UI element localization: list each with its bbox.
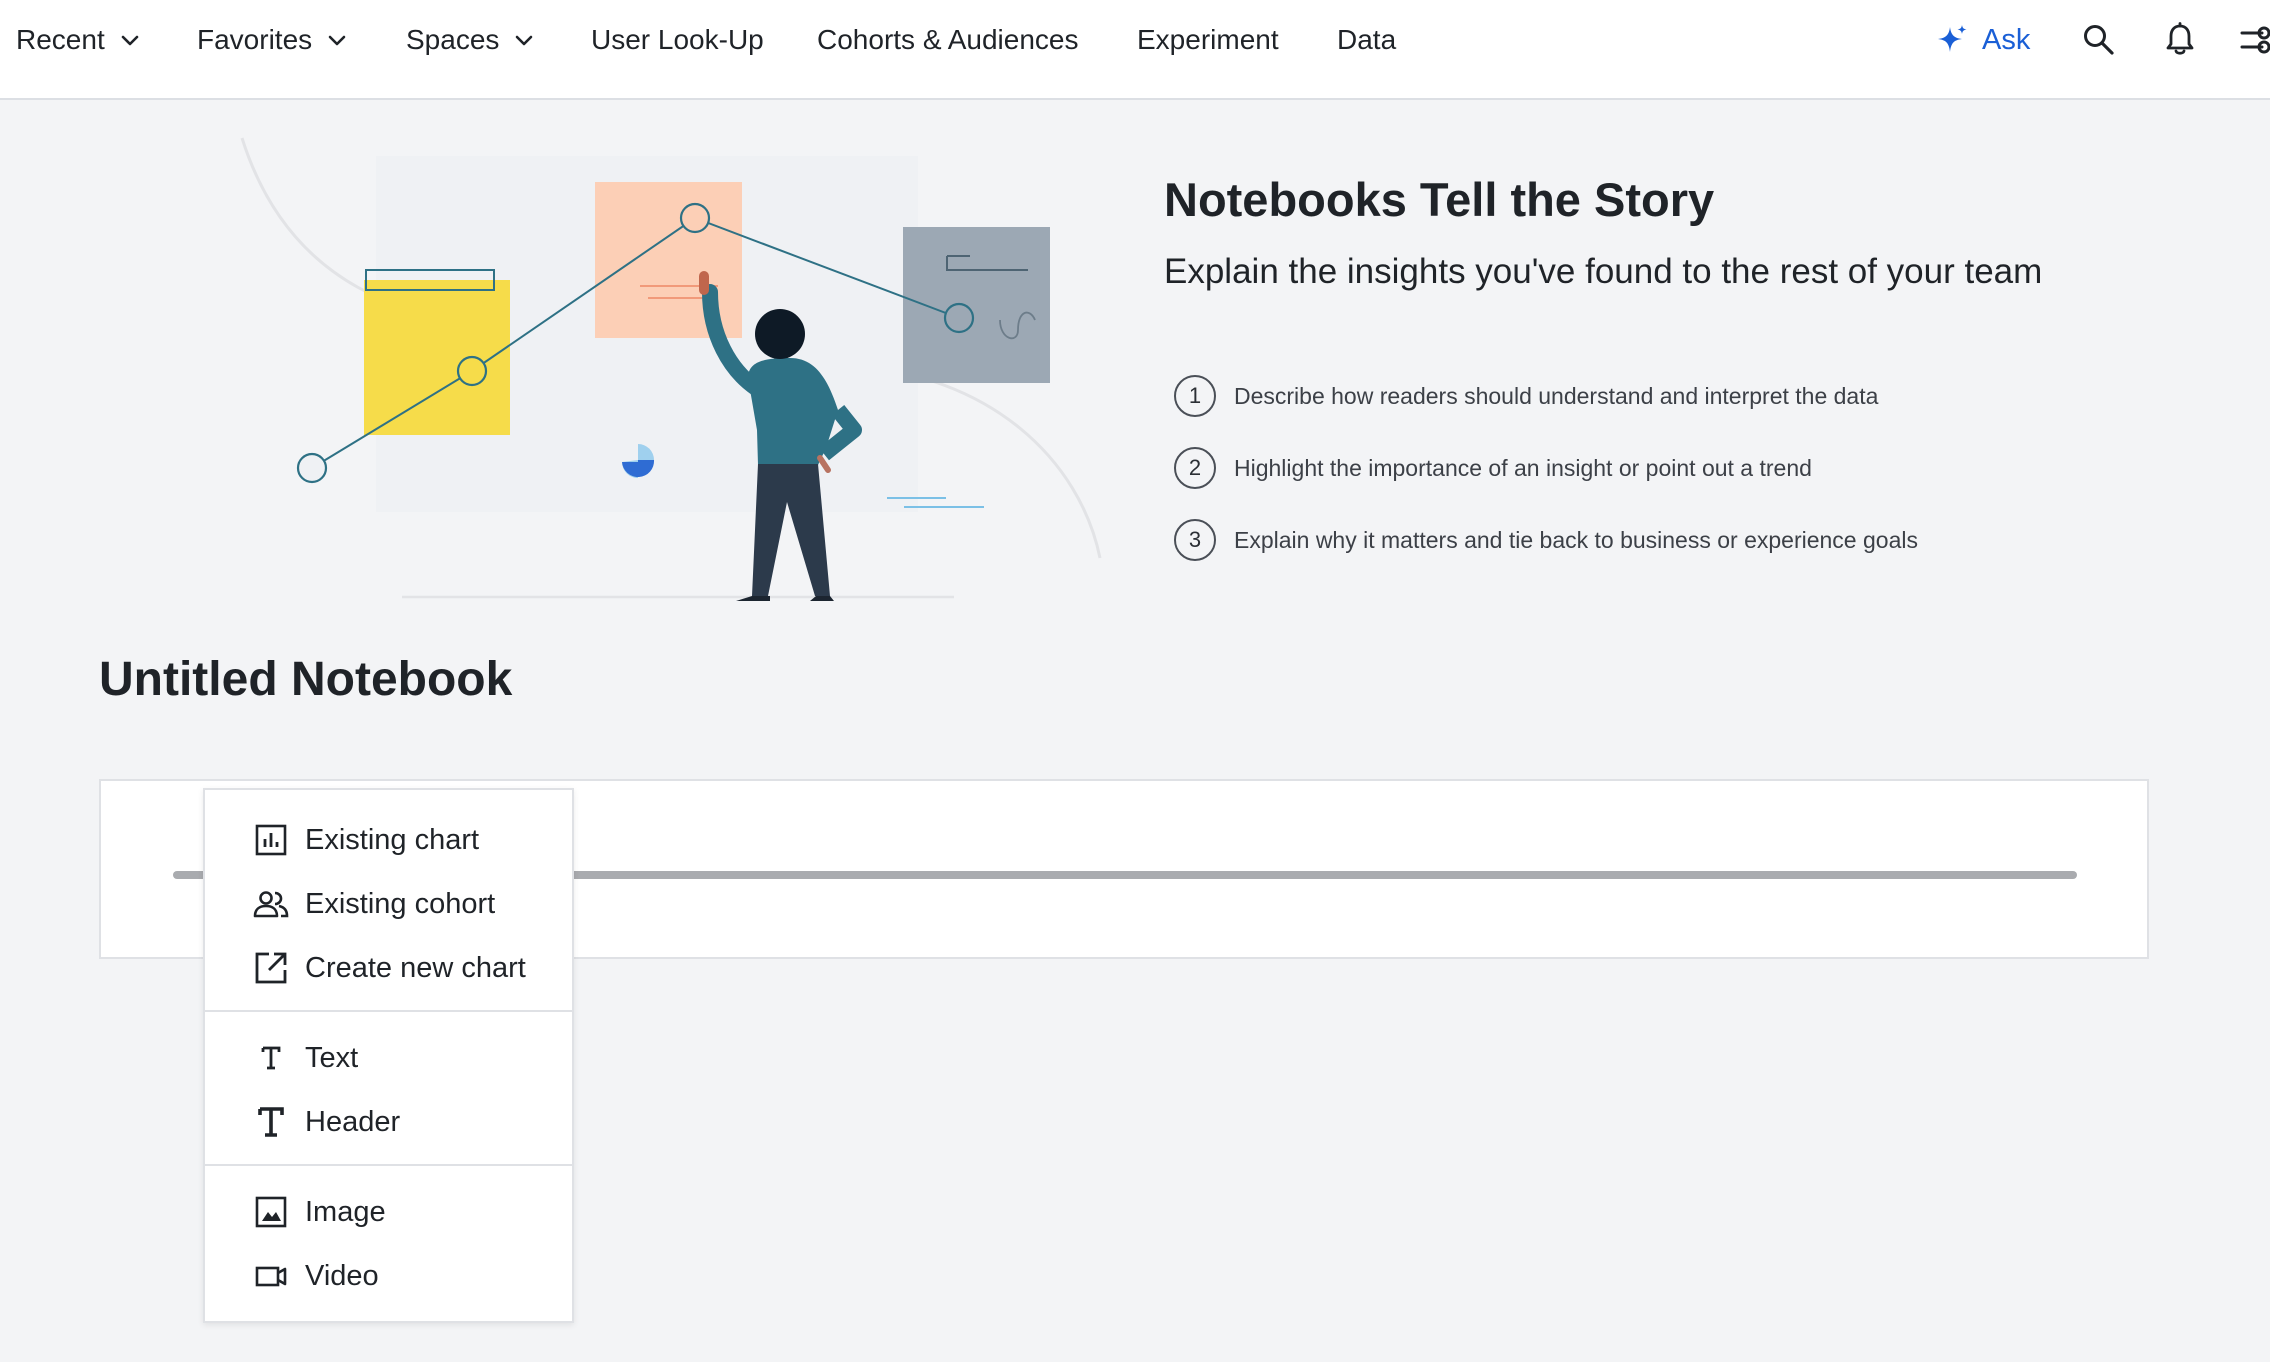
- chevron-down-icon: [121, 35, 139, 46]
- chevron-down-icon: [328, 35, 346, 46]
- text-icon: [253, 1040, 289, 1076]
- menu-item-existing-cohort[interactable]: Existing cohort: [205, 876, 572, 932]
- nav-recent-label: Recent: [16, 24, 105, 55]
- search-button[interactable]: [2079, 20, 2119, 60]
- nav-experiment[interactable]: Experiment: [1137, 18, 1279, 62]
- menu-divider: [205, 1010, 572, 1012]
- step-number-badge: 2: [1174, 447, 1216, 489]
- step-item: 2 Highlight the importance of an insight…: [1174, 444, 1812, 492]
- menu-item-label: Video: [305, 1259, 379, 1292]
- image-icon: [253, 1194, 289, 1230]
- nav-favorites[interactable]: Favorites: [197, 18, 348, 62]
- step-item: 1 Describe how readers should understand…: [1174, 372, 1878, 420]
- sparkle-icon: [1938, 25, 1967, 52]
- search-icon: [2084, 25, 2114, 55]
- menu-item-label: Existing cohort: [305, 887, 496, 920]
- ask-label: Ask: [1982, 23, 2031, 56]
- bar-chart-icon: [253, 822, 289, 858]
- step-text: Explain why it matters and tie back to b…: [1234, 526, 1918, 553]
- step-number-badge: 1: [1174, 375, 1216, 417]
- nav-spaces[interactable]: Spaces: [406, 18, 535, 62]
- bell-icon: [2166, 22, 2194, 55]
- header-icon: [253, 1104, 289, 1140]
- nav-spaces-label: Spaces: [406, 24, 500, 55]
- hero-subtitle: Explain the insights you've found to the…: [1164, 252, 2043, 291]
- nav-user-lookup[interactable]: User Look-Up: [591, 18, 764, 62]
- hero-title: Notebooks Tell the Story: [1164, 173, 1715, 226]
- step-item: 3 Explain why it matters and tie back to…: [1174, 516, 1918, 564]
- notebook-title[interactable]: Untitled Notebook: [99, 652, 512, 707]
- settings-toggle-button[interactable]: [2240, 20, 2270, 60]
- nav-cohorts-audiences[interactable]: Cohorts & Audiences: [817, 18, 1079, 62]
- top-navigation-bar: Recent Favorites Spaces User Look-Up Coh…: [0, 0, 2270, 100]
- menu-item-label: Header: [305, 1105, 401, 1138]
- notebook-hero-illustration: [240, 137, 1102, 601]
- add-content-menu: Existing chart Existing cohort Create ne…: [203, 788, 574, 1323]
- menu-item-label: Existing chart: [305, 823, 480, 856]
- menu-item-text[interactable]: Text: [205, 1030, 572, 1086]
- menu-item-header[interactable]: Header: [205, 1094, 572, 1150]
- menu-item-label: Text: [305, 1041, 359, 1074]
- nav-data-label: Data: [1337, 24, 1397, 55]
- nav-user-lookup-label: User Look-Up: [591, 24, 764, 55]
- nav-data[interactable]: Data: [1337, 18, 1396, 62]
- menu-item-image[interactable]: Image: [205, 1184, 572, 1240]
- nav-experiment-label: Experiment: [1137, 24, 1279, 55]
- video-icon: [253, 1258, 289, 1294]
- step-text: Describe how readers should understand a…: [1234, 382, 1879, 409]
- external-link-icon: [253, 950, 289, 986]
- yellow-sticky-note: [364, 280, 510, 435]
- menu-item-existing-chart[interactable]: Existing chart: [205, 812, 572, 868]
- menu-item-label: Image: [305, 1195, 386, 1228]
- settings-toggle-icon: [2240, 26, 2270, 54]
- step-number-badge: 3: [1174, 519, 1216, 561]
- menu-item-label: Create new chart: [305, 951, 526, 984]
- nav-favorites-label: Favorites: [197, 24, 313, 55]
- ask-button[interactable]: Ask: [1936, 18, 2030, 62]
- menu-item-video[interactable]: Video: [205, 1248, 572, 1304]
- chevron-down-icon: [516, 35, 533, 46]
- menu-item-create-new-chart[interactable]: Create new chart: [205, 940, 572, 996]
- step-text: Highlight the importance of an insight o…: [1234, 454, 1812, 481]
- nav-cohorts-label: Cohorts & Audiences: [817, 24, 1079, 55]
- people-icon: [253, 886, 289, 922]
- menu-divider: [205, 1164, 572, 1166]
- notifications-button[interactable]: [2160, 20, 2200, 60]
- nav-recent[interactable]: Recent: [16, 18, 141, 62]
